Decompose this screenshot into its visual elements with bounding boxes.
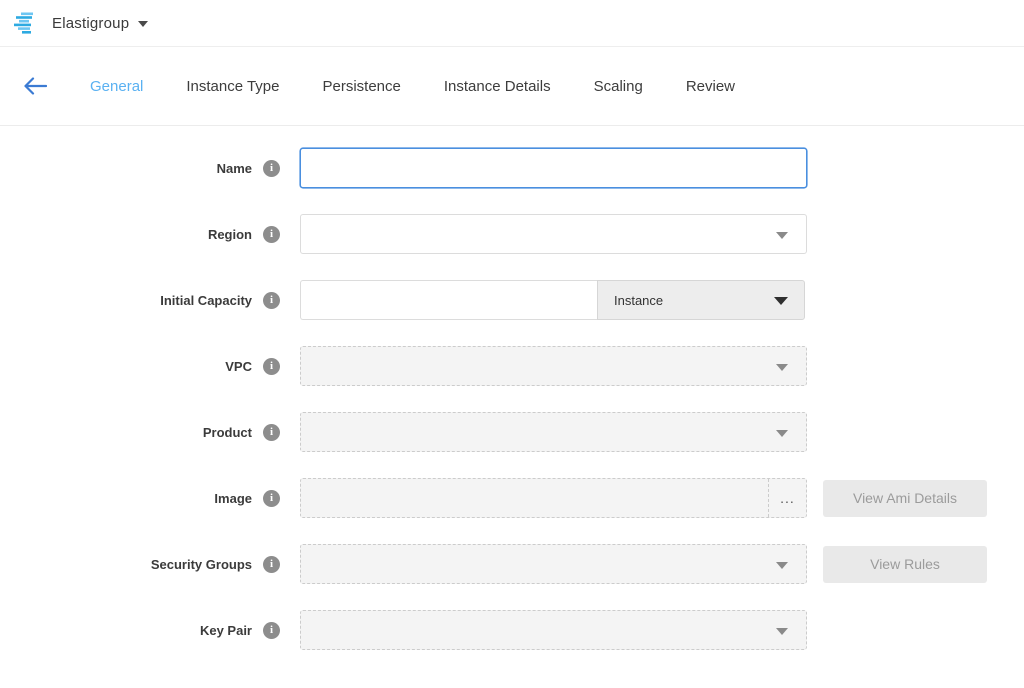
- info-icon[interactable]: i: [263, 358, 280, 375]
- info-glyph: i: [270, 162, 273, 174]
- vpc-select[interactable]: [300, 346, 807, 386]
- product-select[interactable]: [300, 412, 807, 452]
- wizard-tabbar: General Instance Type Persistence Instan…: [0, 47, 1024, 126]
- form-row-product: Product i: [0, 412, 1024, 452]
- info-icon[interactable]: i: [263, 556, 280, 573]
- tab-scaling[interactable]: Scaling: [594, 78, 643, 95]
- app-header: Elastigroup: [0, 0, 1024, 47]
- caret-down-icon: [776, 364, 788, 371]
- form-row-image: Image i ... View Ami Details: [0, 478, 1024, 518]
- name-input[interactable]: [300, 148, 807, 188]
- form-row-vpc: VPC i: [0, 346, 1024, 386]
- capacity-unit-select[interactable]: Instance: [597, 280, 805, 320]
- security-groups-select[interactable]: [300, 544, 807, 584]
- form-row-name: Name i: [0, 148, 1024, 188]
- image-browse-button[interactable]: ...: [768, 479, 806, 517]
- chevron-down-icon: [138, 21, 148, 27]
- caret-down-icon: [776, 562, 788, 569]
- info-icon[interactable]: i: [263, 160, 280, 177]
- info-glyph: i: [270, 294, 273, 306]
- app-title: Elastigroup: [52, 15, 129, 32]
- info-glyph: i: [270, 558, 273, 570]
- product-label: Product: [203, 425, 252, 440]
- info-glyph: i: [270, 492, 273, 504]
- tab-general[interactable]: General: [90, 78, 143, 95]
- back-arrow-icon: [23, 77, 47, 95]
- view-ami-details-button[interactable]: View Ami Details: [823, 480, 987, 517]
- form-row-security-groups: Security Groups i View Rules: [0, 544, 1024, 584]
- security-groups-label: Security Groups: [151, 557, 252, 572]
- initial-capacity-input[interactable]: [300, 280, 597, 320]
- initial-capacity-label: Initial Capacity: [160, 293, 252, 308]
- vpc-label: VPC: [225, 359, 252, 374]
- tab-instance-type[interactable]: Instance Type: [186, 78, 279, 95]
- info-icon[interactable]: i: [263, 292, 280, 309]
- image-label: Image: [214, 491, 252, 506]
- back-button[interactable]: [20, 71, 50, 101]
- info-icon[interactable]: i: [263, 226, 280, 243]
- name-label: Name: [217, 161, 252, 176]
- general-settings-form: Name i Region i Initial Capacity i: [0, 126, 1024, 650]
- region-select[interactable]: [300, 214, 807, 254]
- info-icon[interactable]: i: [263, 424, 280, 441]
- capacity-unit-value: Instance: [614, 293, 663, 308]
- tab-instance-details[interactable]: Instance Details: [444, 78, 551, 95]
- wizard-tabs: General Instance Type Persistence Instan…: [90, 78, 735, 95]
- tab-review[interactable]: Review: [686, 78, 735, 95]
- form-row-initial-capacity: Initial Capacity i Instance: [0, 280, 1024, 320]
- info-icon[interactable]: i: [263, 622, 280, 639]
- caret-down-icon: [776, 628, 788, 635]
- app-switcher-dropdown[interactable]: Elastigroup: [52, 15, 148, 32]
- caret-down-icon: [774, 297, 788, 305]
- elastigroup-logo-icon: [14, 11, 40, 35]
- info-glyph: i: [270, 624, 273, 636]
- info-glyph: i: [270, 360, 273, 372]
- info-glyph: i: [270, 228, 273, 240]
- info-icon[interactable]: i: [263, 490, 280, 507]
- image-input[interactable]: ...: [300, 478, 807, 518]
- tab-persistence[interactable]: Persistence: [323, 78, 401, 95]
- form-row-region: Region i: [0, 214, 1024, 254]
- info-glyph: i: [270, 426, 273, 438]
- view-rules-button[interactable]: View Rules: [823, 546, 987, 583]
- form-row-key-pair: Key Pair i: [0, 610, 1024, 650]
- caret-down-icon: [776, 232, 788, 239]
- image-value-zone: [301, 479, 768, 517]
- key-pair-select[interactable]: [300, 610, 807, 650]
- key-pair-label: Key Pair: [200, 623, 252, 638]
- region-label: Region: [208, 227, 252, 242]
- caret-down-icon: [776, 430, 788, 437]
